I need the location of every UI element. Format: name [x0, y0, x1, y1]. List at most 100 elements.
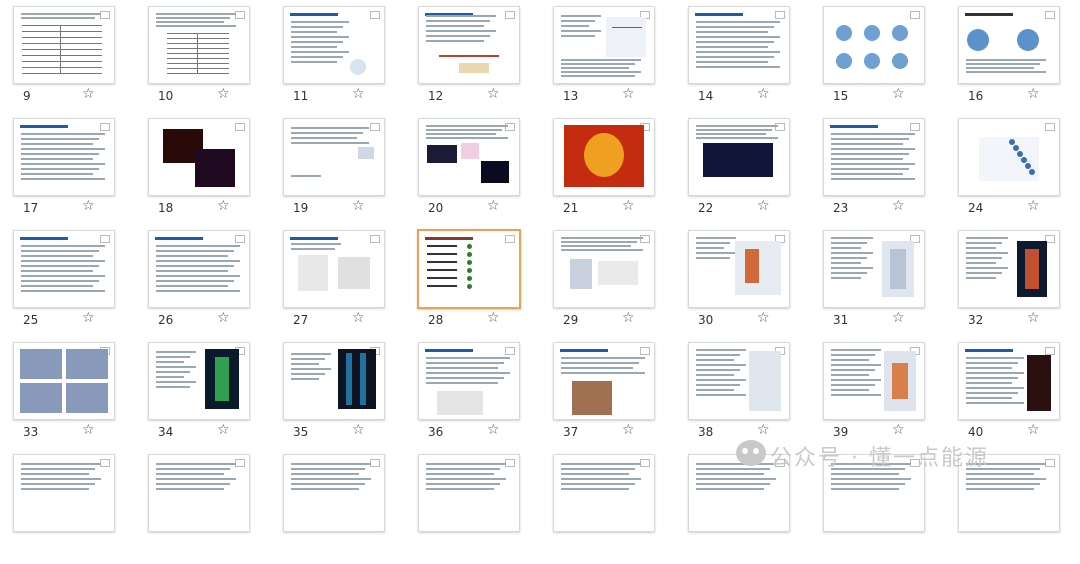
favorite-star-icon[interactable]: ☆	[217, 198, 230, 214]
favorite-star-icon[interactable]: ☆	[352, 422, 365, 438]
slide-thumbnail-cell[interactable]: 37 ☆	[547, 340, 682, 452]
favorite-star-icon[interactable]: ☆	[1027, 198, 1040, 214]
favorite-star-icon[interactable]: ☆	[757, 422, 770, 438]
slide-thumbnail[interactable]	[553, 118, 655, 196]
favorite-star-icon[interactable]: ☆	[352, 198, 365, 214]
slide-thumbnail[interactable]	[553, 342, 655, 420]
slide-thumbnail[interactable]	[283, 454, 385, 532]
favorite-star-icon[interactable]: ☆	[757, 198, 770, 214]
slide-thumbnail-cell[interactable]	[412, 452, 547, 564]
slide-thumbnail[interactable]	[283, 6, 385, 84]
slide-thumbnail[interactable]	[958, 230, 1060, 308]
slide-thumbnail[interactable]	[148, 6, 250, 84]
slide-thumbnail-cell[interactable]: 25 ☆	[7, 228, 142, 340]
favorite-star-icon[interactable]: ☆	[82, 310, 95, 326]
slide-thumbnail-cell[interactable]: 35 ☆	[277, 340, 412, 452]
favorite-star-icon[interactable]: ☆	[757, 86, 770, 102]
slide-thumbnail[interactable]	[958, 342, 1060, 420]
slide-thumbnail[interactable]	[553, 230, 655, 308]
slide-thumbnail[interactable]	[688, 118, 790, 196]
slide-thumbnail-cell[interactable]	[7, 452, 142, 564]
favorite-star-icon[interactable]: ☆	[892, 198, 905, 214]
slide-thumbnail-cell[interactable]: 17 ☆	[7, 116, 142, 228]
slide-thumbnail[interactable]	[283, 342, 385, 420]
favorite-star-icon[interactable]: ☆	[487, 310, 500, 326]
slide-thumbnail[interactable]	[148, 230, 250, 308]
slide-thumbnail-cell[interactable]: 33 ☆	[7, 340, 142, 452]
favorite-star-icon[interactable]: ☆	[487, 422, 500, 438]
favorite-star-icon[interactable]: ☆	[892, 422, 905, 438]
slide-thumbnail-cell[interactable]: 38 ☆	[682, 340, 817, 452]
favorite-star-icon[interactable]: ☆	[622, 86, 635, 102]
slide-thumbnail-cell[interactable]: 40 ☆	[952, 340, 1080, 452]
slide-thumbnail[interactable]	[823, 342, 925, 420]
slide-thumbnail[interactable]	[418, 118, 520, 196]
slide-thumbnail[interactable]	[418, 454, 520, 532]
slide-thumbnail-cell[interactable]	[277, 452, 412, 564]
slide-thumbnail[interactable]	[13, 6, 115, 84]
slide-thumbnail[interactable]	[823, 6, 925, 84]
favorite-star-icon[interactable]: ☆	[622, 198, 635, 214]
slide-thumbnail[interactable]	[148, 118, 250, 196]
slide-thumbnail-cell[interactable]	[142, 452, 277, 564]
favorite-star-icon[interactable]: ☆	[217, 86, 230, 102]
slide-thumbnail-cell[interactable]: 14 ☆	[682, 4, 817, 116]
slide-thumbnail-cell[interactable]: 18 ☆	[142, 116, 277, 228]
favorite-star-icon[interactable]: ☆	[217, 310, 230, 326]
slide-thumbnail[interactable]	[13, 230, 115, 308]
slide-thumbnail[interactable]	[13, 454, 115, 532]
slide-thumbnail-cell[interactable]: 30 ☆	[682, 228, 817, 340]
slide-thumbnail[interactable]	[418, 342, 520, 420]
slide-thumbnail-cell[interactable]	[547, 452, 682, 564]
slide-thumbnail-cell[interactable]: 34 ☆	[142, 340, 277, 452]
favorite-star-icon[interactable]: ☆	[352, 310, 365, 326]
favorite-star-icon[interactable]: ☆	[622, 310, 635, 326]
slide-thumbnail-cell[interactable]: 31 ☆	[817, 228, 952, 340]
favorite-star-icon[interactable]: ☆	[622, 422, 635, 438]
favorite-star-icon[interactable]: ☆	[1027, 310, 1040, 326]
slide-thumbnail-cell[interactable]: 32 ☆	[952, 228, 1080, 340]
favorite-star-icon[interactable]: ☆	[757, 310, 770, 326]
slide-thumbnail-cell[interactable]: 16 ☆	[952, 4, 1080, 116]
slide-thumbnail-cell[interactable]: 9 ☆	[7, 4, 142, 116]
slide-thumbnail-cell[interactable]: 26 ☆	[142, 228, 277, 340]
favorite-star-icon[interactable]: ☆	[487, 198, 500, 214]
slide-thumbnail[interactable]	[958, 6, 1060, 84]
favorite-star-icon[interactable]: ☆	[82, 422, 95, 438]
slide-thumbnail[interactable]	[553, 454, 655, 532]
slide-thumbnail[interactable]	[823, 118, 925, 196]
slide-thumbnail-cell[interactable]: 10 ☆	[142, 4, 277, 116]
favorite-star-icon[interactable]: ☆	[892, 86, 905, 102]
favorite-star-icon[interactable]: ☆	[892, 310, 905, 326]
slide-thumbnail[interactable]	[148, 342, 250, 420]
slide-thumbnail[interactable]	[958, 118, 1060, 196]
slide-thumbnail[interactable]	[283, 230, 385, 308]
slide-thumbnail[interactable]	[417, 229, 521, 309]
slide-thumbnail-cell[interactable]: 19 ☆	[277, 116, 412, 228]
slide-thumbnail-cell[interactable]: 29 ☆	[547, 228, 682, 340]
slide-thumbnail-cell[interactable]: 27 ☆	[277, 228, 412, 340]
slide-thumbnail-cell[interactable]: 22 ☆	[682, 116, 817, 228]
slide-thumbnail-cell[interactable]: 15 ☆	[817, 4, 952, 116]
slide-thumbnail-cell[interactable]: 39 ☆	[817, 340, 952, 452]
favorite-star-icon[interactable]: ☆	[1027, 86, 1040, 102]
favorite-star-icon[interactable]: ☆	[217, 422, 230, 438]
slide-thumbnail[interactable]	[13, 118, 115, 196]
slide-thumbnail-cell[interactable]: 12 ☆	[412, 4, 547, 116]
slide-thumbnail-cell[interactable]: 21 ☆	[547, 116, 682, 228]
slide-thumbnail-cell[interactable]: 13 ☆	[547, 4, 682, 116]
slide-thumbnail-cell[interactable]: 24 ☆	[952, 116, 1080, 228]
slide-thumbnail[interactable]	[823, 230, 925, 308]
slide-thumbnail[interactable]	[553, 6, 655, 84]
favorite-star-icon[interactable]: ☆	[1027, 422, 1040, 438]
slide-thumbnail[interactable]	[13, 342, 115, 420]
slide-thumbnail-cell[interactable]: 11 ☆	[277, 4, 412, 116]
favorite-star-icon[interactable]: ☆	[352, 86, 365, 102]
slide-thumbnail[interactable]	[688, 342, 790, 420]
favorite-star-icon[interactable]: ☆	[487, 86, 500, 102]
slide-thumbnail[interactable]	[283, 118, 385, 196]
slide-thumbnail-cell[interactable]: 20 ☆	[412, 116, 547, 228]
slide-thumbnail[interactable]	[688, 230, 790, 308]
slide-thumbnail-cell[interactable]: 28 ☆	[412, 228, 547, 340]
slide-thumbnail[interactable]	[688, 6, 790, 84]
